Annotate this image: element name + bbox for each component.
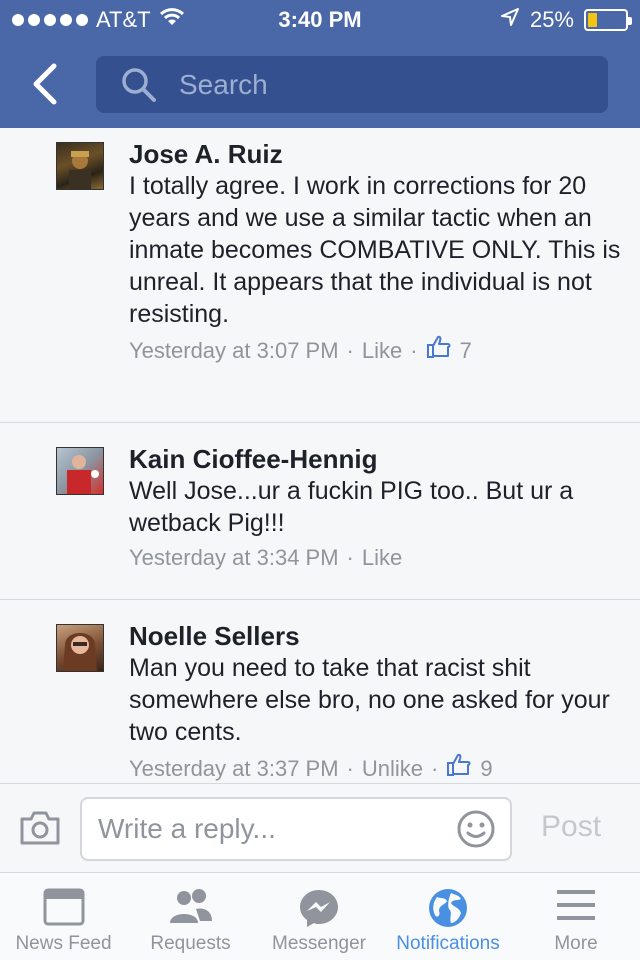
avatar[interactable] bbox=[56, 624, 104, 672]
app-header: AT&T 3:40 PM 25% Search bbox=[0, 0, 640, 128]
friends-icon bbox=[166, 887, 216, 932]
separator-dot: · bbox=[346, 338, 354, 363]
tab-label: More bbox=[554, 933, 598, 954]
avatar[interactable] bbox=[56, 447, 104, 495]
battery-icon bbox=[584, 9, 632, 31]
tab-notifications[interactable]: Notifications bbox=[384, 873, 512, 960]
location-arrow-icon bbox=[500, 7, 520, 33]
search-icon bbox=[120, 66, 158, 109]
thumbs-up-icon bbox=[426, 334, 452, 368]
comment-timestamp[interactable]: Yesterday at 3:07 PM bbox=[129, 336, 339, 366]
separator-dot: · bbox=[410, 338, 418, 363]
search-input[interactable]: Search bbox=[96, 56, 608, 113]
status-bar: AT&T 3:40 PM 25% bbox=[0, 0, 640, 40]
comment-list: Jose A. Ruiz I totally agree. I work in … bbox=[0, 128, 640, 783]
comment-item: Jose A. Ruiz I totally agree. I work in … bbox=[0, 128, 640, 423]
comment-item: Kain Cioffee-Hennig Well Jose...ur a fuc… bbox=[0, 423, 640, 600]
comment-text: I totally agree. I work in corrections f… bbox=[129, 172, 621, 328]
tab-more[interactable]: More bbox=[512, 873, 640, 960]
comment-item: Noelle Sellers Man you need to take that… bbox=[0, 600, 640, 783]
status-bar-right: 25% bbox=[500, 7, 632, 33]
search-placeholder: Search bbox=[179, 69, 268, 100]
separator-dot: · bbox=[346, 756, 354, 781]
separator-dot: · bbox=[346, 545, 354, 570]
avatar[interactable] bbox=[56, 142, 104, 190]
battery-percent: 25% bbox=[529, 7, 574, 32]
chevron-left-icon bbox=[33, 63, 57, 105]
globe-icon bbox=[427, 887, 469, 934]
camera-icon[interactable] bbox=[18, 810, 62, 851]
reply-bar: Write a reply... Post bbox=[0, 783, 640, 872]
menu-icon bbox=[555, 887, 597, 928]
tab-bar: News Feed Requests Messenger Notificatio… bbox=[0, 872, 640, 960]
tab-news-feed[interactable]: News Feed bbox=[0, 873, 127, 960]
like-button[interactable]: Like bbox=[362, 543, 402, 573]
comment-text: Man you need to take that racist shit so… bbox=[129, 654, 610, 746]
comment-text: Well Jose...ur a fuckin PIG too.. But ur… bbox=[129, 477, 574, 537]
separator-dot: · bbox=[431, 756, 439, 781]
messenger-icon bbox=[297, 887, 341, 934]
news-feed-icon bbox=[42, 887, 86, 932]
like-count[interactable]: 7 bbox=[460, 336, 472, 366]
post-button[interactable]: Post bbox=[541, 810, 601, 844]
tab-requests[interactable]: Requests bbox=[127, 873, 254, 960]
tab-label: Requests bbox=[150, 933, 231, 954]
like-button[interactable]: Like bbox=[362, 336, 402, 366]
comment-timestamp[interactable]: Yesterday at 3:37 PM bbox=[129, 754, 339, 783]
like-count[interactable]: 9 bbox=[480, 754, 492, 783]
back-button[interactable] bbox=[28, 62, 64, 106]
comment-timestamp[interactable]: Yesterday at 3:34 PM bbox=[129, 543, 339, 573]
tab-label: News Feed bbox=[15, 933, 112, 954]
comment-meta: Yesterday at 3:34 PM · Like bbox=[129, 543, 624, 573]
comment-author[interactable]: Jose A. Ruiz bbox=[129, 140, 624, 168]
reply-input[interactable]: Write a reply... bbox=[80, 797, 512, 861]
emoji-icon[interactable] bbox=[456, 809, 496, 854]
comment-meta: Yesterday at 3:07 PM · Like · 7 bbox=[129, 334, 624, 368]
thumbs-up-icon bbox=[446, 752, 472, 783]
tab-label: Notifications bbox=[396, 933, 500, 954]
tab-messenger[interactable]: Messenger bbox=[254, 873, 384, 960]
tab-label: Messenger bbox=[272, 933, 366, 954]
comment-author[interactable]: Noelle Sellers bbox=[129, 622, 624, 650]
comment-meta: Yesterday at 3:37 PM · Unlike · 9 bbox=[129, 752, 624, 783]
reply-placeholder: Write a reply... bbox=[98, 813, 276, 844]
comment-author[interactable]: Kain Cioffee-Hennig bbox=[129, 445, 624, 473]
unlike-button[interactable]: Unlike bbox=[362, 754, 423, 783]
